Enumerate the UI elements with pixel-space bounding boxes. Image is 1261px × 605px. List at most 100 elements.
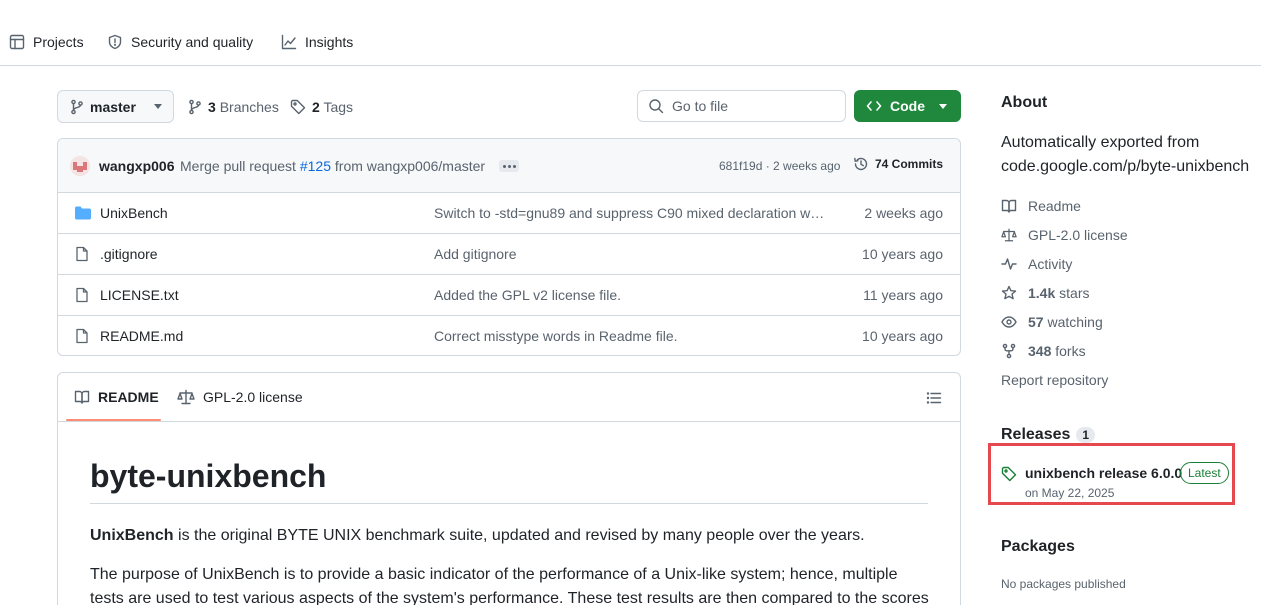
readme-panel: README GPL-2.0 license byte-unixbench Un… <box>57 372 961 605</box>
forks-link[interactable]: 348 forks <box>1001 341 1086 361</box>
file-name[interactable]: .gitignore <box>100 246 158 262</box>
expand-commit-button[interactable] <box>499 160 519 172</box>
table-icon <box>9 34 25 50</box>
watching-link[interactable]: 57 watching <box>1001 312 1103 332</box>
branches-label: Branches <box>219 99 279 115</box>
latest-badge: Latest <box>1180 462 1229 484</box>
pulse-icon <box>1001 258 1017 270</box>
tags-label: Tags <box>323 99 354 115</box>
star-icon <box>1001 285 1017 300</box>
file-row[interactable]: LICENSE.txt Added the GPL v2 license fil… <box>58 275 960 316</box>
nav-insights-label: Insights <box>305 34 354 50</box>
nav-projects-label: Projects <box>33 34 84 50</box>
search-input[interactable] <box>672 98 832 114</box>
stars-count: 1.4k <box>1028 285 1056 301</box>
pull-request-link[interactable]: #125 <box>300 158 331 174</box>
commits-history-link[interactable]: 74 Commits <box>853 156 943 172</box>
divider <box>90 503 928 504</box>
releases-heading-label: Releases <box>1001 426 1071 443</box>
release-name-link[interactable]: unixbench release 6.0.0 <box>1025 465 1182 481</box>
tag-icon <box>290 99 306 115</box>
file-name[interactable]: LICENSE.txt <box>100 287 179 303</box>
code-button[interactable]: Code <box>854 90 961 122</box>
tab-license[interactable]: GPL-2.0 license <box>177 389 303 405</box>
search-icon <box>649 99 664 114</box>
tab-license-label: GPL-2.0 license <box>203 389 303 405</box>
commit-message-prefix: Merge pull request <box>180 158 296 174</box>
folder-icon <box>75 206 91 220</box>
release-date: on May 22, 2025 <box>1025 486 1115 500</box>
forks-label: forks <box>1055 343 1086 359</box>
readme-paragraph: UnixBench is the original BYTE UNIX benc… <box>90 524 930 548</box>
file-commit-message[interactable]: Added the GPL v2 license file. <box>434 287 829 303</box>
commit-author[interactable]: wangxp006 <box>99 158 174 174</box>
file-commit-message[interactable]: Correct misstype words in Readme file. <box>434 328 829 344</box>
avatar[interactable] <box>70 156 90 176</box>
file-name[interactable]: UnixBench <box>100 205 168 221</box>
shield-icon <box>108 34 122 50</box>
commit-message-suffix: from wangxp006/master <box>334 158 486 174</box>
book-icon <box>1001 199 1017 213</box>
file-row[interactable]: README.md Correct misstype words in Read… <box>58 316 960 355</box>
commits-count-label: 74 Commits <box>875 157 944 171</box>
repo-forked-icon <box>1002 343 1016 359</box>
stars-link[interactable]: 1.4k stars <box>1001 283 1089 303</box>
forks-count: 348 <box>1028 343 1052 359</box>
readme-heading: byte-unixbench <box>90 458 327 494</box>
commit-message: Merge pull request #125 from wangxp006/m… <box>180 158 485 174</box>
commit-hash-time[interactable]: 681f19d · 2 weeks ago <box>719 159 840 173</box>
law-icon <box>1001 228 1017 242</box>
go-to-file-search[interactable] <box>637 90 846 122</box>
git-branch-icon <box>71 99 83 114</box>
book-icon <box>74 390 90 404</box>
tags-count: 2 <box>312 99 320 115</box>
file-table: wangxp006 Merge pull request #125 from w… <box>57 138 961 356</box>
readme-paragraph: The purpose of UnixBench is to provide a… <box>90 566 929 605</box>
about-description: Automatically exported from code.google.… <box>1001 134 1250 175</box>
no-packages-text: No packages published <box>1001 577 1126 591</box>
file-icon <box>76 246 88 262</box>
identicon-icon <box>70 156 90 176</box>
activity-link[interactable]: Activity <box>1001 254 1072 274</box>
branches-link[interactable]: 3 Branches <box>188 97 279 117</box>
stars-label: stars <box>1059 285 1090 301</box>
watching-count: 57 <box>1028 314 1044 330</box>
nav-security[interactable]: Security and quality <box>107 31 253 53</box>
tab-readme-label: README <box>98 389 159 405</box>
repo-nav: Projects Security and quality Insights <box>0 0 1261 66</box>
report-repository-label: Report repository <box>1001 372 1109 388</box>
file-commit-message[interactable]: Switch to -std=gnu89 and suppress C90 mi… <box>434 205 829 221</box>
file-time: 10 years ago <box>862 328 943 344</box>
file-name[interactable]: README.md <box>100 328 183 344</box>
readme-text: is the original BYTE UNIX benchmark suit… <box>173 527 865 544</box>
chevron-down-icon <box>939 103 947 109</box>
releases-count-badge: 1 <box>1076 427 1096 443</box>
latest-commit-row: wangxp006 Merge pull request #125 from w… <box>58 139 960 193</box>
activity-link-label: Activity <box>1028 256 1073 272</box>
nav-insights[interactable]: Insights <box>281 31 353 53</box>
file-row[interactable]: .gitignore Add gitignore 10 years ago <box>58 234 960 275</box>
file-time: 2 weeks ago <box>864 205 943 221</box>
active-tab-indicator <box>66 419 161 421</box>
history-icon <box>854 157 868 171</box>
branch-select-button[interactable]: master <box>57 90 174 123</box>
packages-heading[interactable]: Packages <box>1001 538 1075 556</box>
tag-icon <box>1001 466 1017 482</box>
readme-link[interactable]: Readme <box>1001 196 1081 216</box>
tags-link[interactable]: 2 Tags <box>290 97 353 117</box>
graph-icon <box>281 34 297 50</box>
file-commit-message[interactable]: Add gitignore <box>434 246 829 262</box>
about-heading: About <box>1001 94 1048 111</box>
report-repository-link[interactable]: Report repository <box>1001 370 1108 390</box>
license-link[interactable]: GPL-2.0 license <box>1001 225 1128 245</box>
nav-projects[interactable]: Projects <box>9 31 84 53</box>
git-branch-icon <box>189 99 201 115</box>
file-time: 11 years ago <box>863 287 943 303</box>
law-icon <box>177 389 195 405</box>
file-icon <box>76 328 88 344</box>
releases-heading[interactable]: Releases 1 <box>1001 426 1096 444</box>
list-unordered-icon[interactable] <box>926 390 942 406</box>
file-row[interactable]: UnixBench Switch to -std=gnu89 and suppr… <box>58 193 960 234</box>
tab-readme[interactable]: README <box>74 389 159 405</box>
readme-bold-term: UnixBench <box>90 527 174 544</box>
